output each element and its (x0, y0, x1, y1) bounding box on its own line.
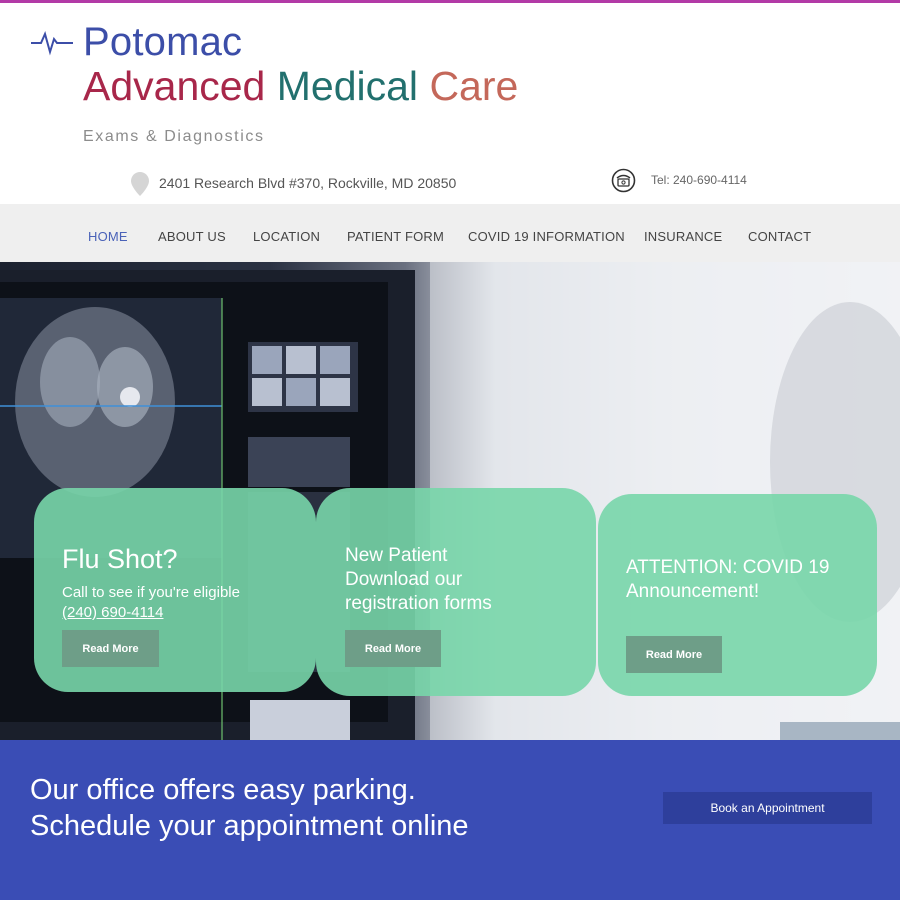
hero-section: Flu Shot? Call to see if you're eligible… (0, 262, 900, 740)
top-accent-rule (0, 0, 900, 3)
nav-insurance[interactable]: INSURANCE (644, 229, 722, 244)
banner-line2: Schedule your appointment online (30, 810, 469, 842)
new-patient-line2: Download our (345, 569, 463, 590)
new-patient-read-more-button[interactable]: Read More (345, 630, 441, 667)
phone-link[interactable]: Tel: 240-690-4114 (651, 173, 747, 187)
banner-line1: Our office offers easy parking. (30, 774, 416, 806)
nav-covid-19-information[interactable]: COVID 19 INFORMATION (468, 229, 625, 244)
covid-announcement-line1: ATTENTION: COVID 19 (626, 557, 830, 578)
map-pin-icon (131, 172, 149, 196)
heartbeat-icon (31, 31, 73, 56)
appointment-banner: Our office offers easy parking. Schedule… (0, 740, 900, 900)
covid-announcement-line2: Announcement! (626, 581, 760, 602)
new-patient-line1: New Patient (345, 545, 448, 566)
nav-patient-form[interactable]: PATIENT FORM (347, 229, 444, 244)
main-nav: HOME ABOUT US LOCATION PATIENT FORM COVI… (0, 204, 900, 262)
logo-title-line2[interactable]: Advanced Medical Care (83, 63, 518, 110)
logo-word-care: Care (429, 63, 519, 109)
new-patient-line3: registration forms (345, 593, 492, 614)
book-appointment-button[interactable]: Book an Appointment (663, 792, 872, 824)
address-text: 2401 Research Blvd #370, Rockville, MD 2… (159, 175, 457, 191)
logo-word-advanced: Advanced (83, 63, 266, 109)
telephone-icon (611, 168, 636, 193)
covid-announcement-card: ATTENTION: COVID 19 Announcement! Read M… (598, 494, 877, 696)
new-patient-card: New Patient Download our registration fo… (316, 488, 596, 696)
flu-shot-text: Call to see if you're eligible (62, 584, 240, 601)
logo-title-line1[interactable]: Potomac (83, 20, 242, 65)
flu-shot-read-more-button[interactable]: Read More (62, 630, 159, 667)
flu-shot-phone-link[interactable]: (240) 690-4114 (62, 603, 163, 623)
logo-word-medical: Medical (276, 63, 419, 109)
flu-shot-title: Flu Shot? (62, 544, 178, 574)
covid-read-more-button[interactable]: Read More (626, 636, 722, 673)
tagline: Exams & Diagnostics (83, 128, 265, 145)
flu-shot-card: Flu Shot? Call to see if you're eligible… (34, 488, 316, 692)
nav-about-us[interactable]: ABOUT US (158, 229, 226, 244)
nav-home[interactable]: HOME (88, 229, 128, 244)
nav-contact[interactable]: CONTACT (748, 229, 811, 244)
nav-location[interactable]: LOCATION (253, 229, 320, 244)
